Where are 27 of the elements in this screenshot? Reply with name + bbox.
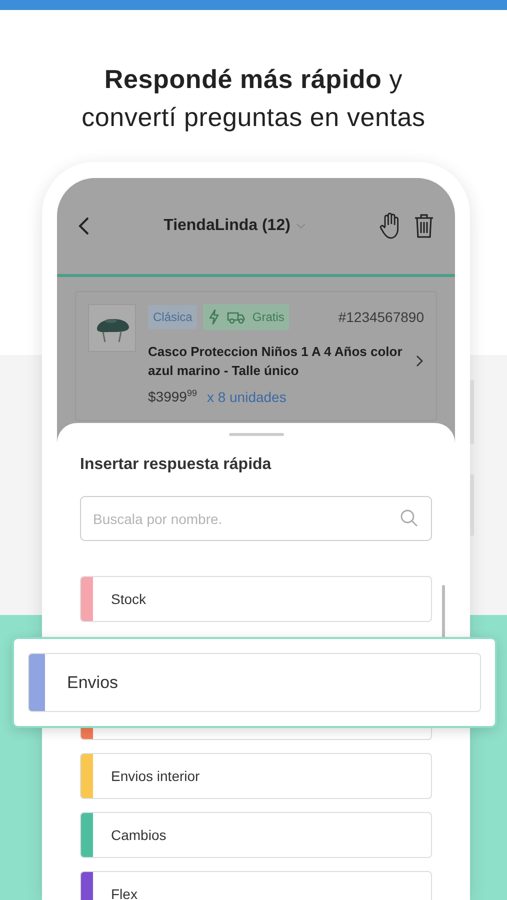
quick-reply-item[interactable]: Flex [80, 871, 432, 900]
quick-reply-item[interactable]: Stock [80, 576, 432, 622]
order-number: #1234567890 [338, 309, 424, 325]
lightning-icon [208, 309, 220, 325]
quick-reply-item[interactable]: Envios [28, 653, 481, 712]
headline: convertí preguntas en ventas [80, 101, 426, 134]
product-card[interactable]: Clásica Gratis #1234567890 Casco Proteccion Niños 1 A 4 Años color azul marino - Talle único $3999$^{99}$ x 8 unidades [75, 291, 437, 421]
scrollbar [442, 585, 445, 640]
search-field[interactable]: Buscala por nombre. [80, 496, 432, 541]
sheet-handle[interactable] [228, 433, 284, 436]
quick-reply-item[interactable]: Cambios [80, 812, 432, 858]
back-icon[interactable] [77, 216, 91, 236]
tag: Gratis [203, 304, 290, 330]
quick-reply-item[interactable] [80, 728, 432, 740]
search-icon [400, 509, 418, 527]
chevron-right-icon[interactable] [416, 355, 424, 367]
price: $3999$^{99}$ [148, 388, 197, 405]
sheet-title: Insertar respuesta rápida [80, 456, 272, 474]
dragged-card[interactable]: Envios [12, 637, 497, 728]
headline: Respondé más rápido y [103, 63, 404, 96]
tag: Clásica [148, 305, 198, 329]
quick-reply-item[interactable]: Envios interior [80, 753, 432, 799]
truck-icon [226, 310, 246, 324]
product-title: Casco Proteccion Niños 1 A 4 Años color azul marino - Talle único [148, 343, 404, 380]
store-title[interactable]: TiendaLinda (12) [164, 217, 290, 235]
trash-icon[interactable] [413, 213, 435, 239]
quantity: x 8 unidades [206, 388, 286, 405]
